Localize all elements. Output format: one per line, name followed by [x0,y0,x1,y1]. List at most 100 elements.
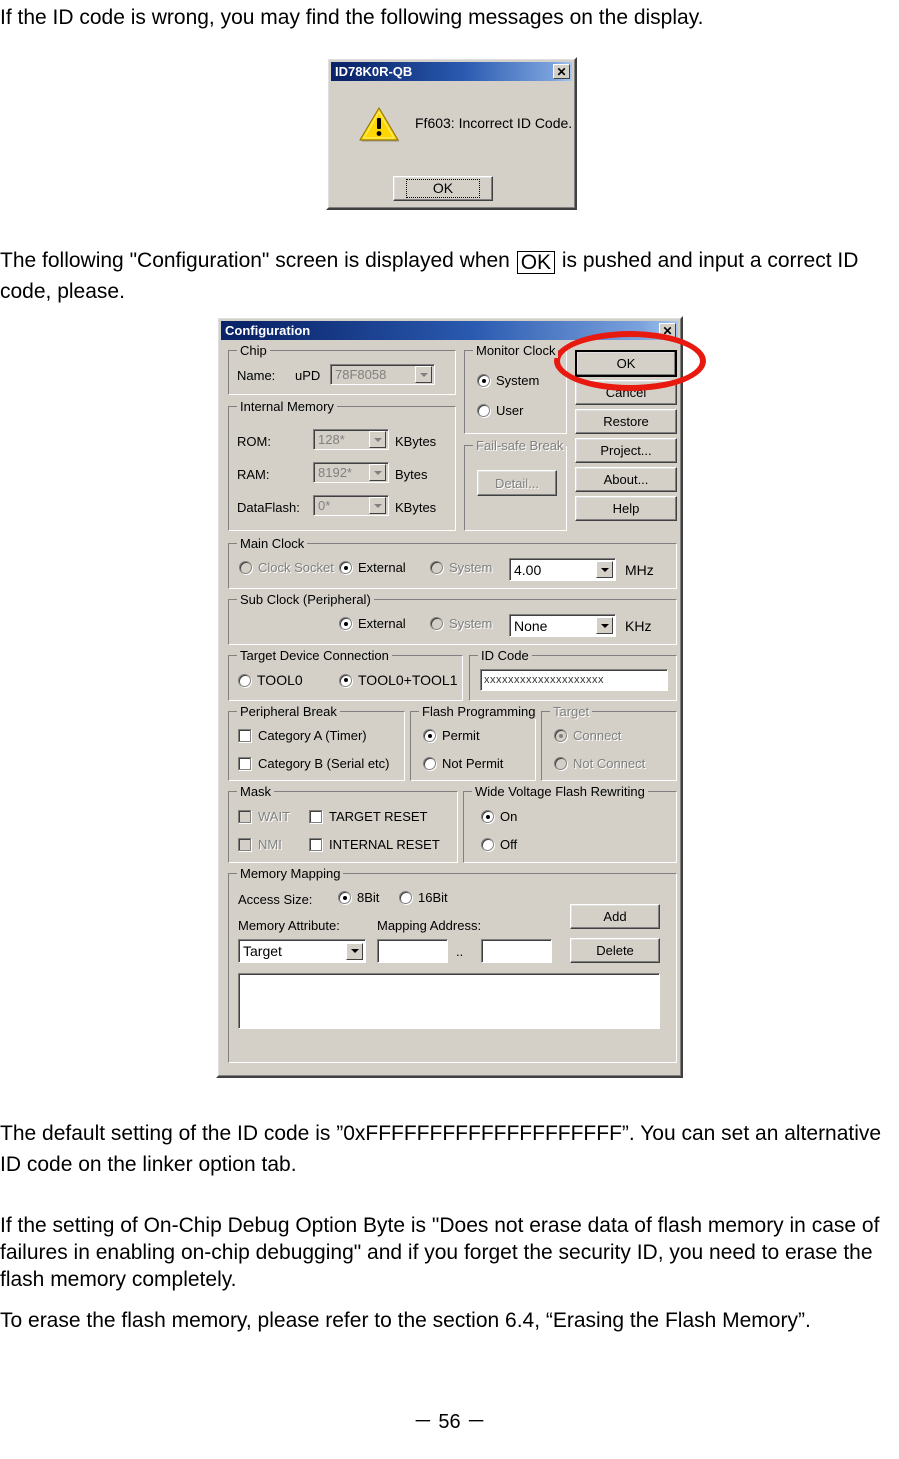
id-code-group: ID Code xxxxxxxxxxxxxxxxxxxx [469,648,677,701]
failsafe-detail-button[interactable]: Detail... [477,470,557,496]
monitor-clock-legend: Monitor Clock [473,343,559,358]
delete-button-label: Delete [596,943,634,958]
target-group-legend: Target [550,704,593,719]
target-radio-connect[interactable]: Connect [554,728,621,743]
mask-checkbox-nmi[interactable]: NMI [238,837,282,852]
rom-size-combo[interactable]: 128* [313,429,389,450]
project-button[interactable]: Project... [575,438,677,463]
target-device-radio-tool0-tool1[interactable]: TOOL0+TOOL1 [339,672,457,688]
monitor-clock-radio-system[interactable]: System [477,373,539,388]
dataflash-label: DataFlash: [237,500,300,515]
dataflash-size-combo[interactable]: 0* [313,495,389,516]
memory-mapping-add-button[interactable]: Add [570,904,660,929]
mask-checkbox-wait[interactable]: WAIT [238,809,290,824]
internal-memory-group: Internal Memory ROM: 128* KBytes RAM: 81… [228,399,456,531]
radio-dot-icon [339,673,352,687]
main-clock-option-label: Clock Socket [258,560,334,575]
peripheral-break-item-label: Category A (Timer) [258,728,367,743]
wide-voltage-radio-off[interactable]: Off [481,837,517,852]
chevron-down-icon[interactable] [369,497,386,514]
main-clock-radio-external[interactable]: External [339,560,406,575]
memory-mapping-list[interactable] [238,973,660,1029]
message-box-title: ID78K0R-QB [335,64,413,79]
wide-voltage-legend: Wide Voltage Flash Rewriting [472,784,648,799]
about-button[interactable]: About... [575,467,677,492]
main-clock-legend: Main Clock [237,536,308,551]
chip-group: Chip Name: uPD 78F8058 [228,343,456,395]
sub-clock-option-label: External [358,616,406,631]
chevron-down-icon[interactable] [596,617,613,634]
sub-clock-radio-system[interactable]: System [430,616,492,631]
peripheral-break-checkbox-category-b[interactable]: Category B (Serial etc) [238,756,390,771]
radio-dot-icon [423,757,436,770]
memory-attribute-combo[interactable]: Target [238,939,366,963]
message-box-text: Ff603: Incorrect ID Code. [415,115,573,131]
wide-voltage-radio-on[interactable]: On [481,809,517,824]
memory-mapping-delete-button[interactable]: Delete [570,938,660,963]
radio-dot-icon [481,838,494,851]
default-id-paragraph: The default setting of the ID code is ”0… [0,1118,899,1180]
main-clock-frequency-combo[interactable]: 4.00 [509,558,616,581]
config-intro-paragraph: The following "Configuration" screen is … [0,245,899,307]
intro-text: If the ID code is wrong, you may find th… [0,6,704,29]
access-size-radio-8bit[interactable]: 8Bit [338,890,379,905]
access-size-radio-16bit[interactable]: 16Bit [399,890,448,905]
main-clock-radio-system[interactable]: System [430,560,492,575]
main-clock-frequency-value: 4.00 [514,561,542,578]
flash-programming-radio-permit[interactable]: Permit [423,728,480,743]
memory-mapping-legend: Memory Mapping [237,866,344,881]
peripheral-break-item-label: Category B (Serial etc) [258,756,390,771]
message-box-body: Ff603: Incorrect ID Code. OK [331,83,572,205]
peripheral-break-legend: Peripheral Break [237,704,340,719]
message-box-ok-button[interactable]: OK [393,176,493,201]
mask-checkbox-target-reset[interactable]: TARGET RESET [309,809,427,824]
failsafe-break-legend: Fail-safe Break [473,438,567,453]
target-radio-not-connect[interactable]: Not Connect [554,756,645,771]
mapping-address-to-input[interactable] [481,939,552,963]
onchip-paragraph: If the setting of On-Chip Debug Option B… [0,1212,899,1293]
memory-mapping-group: Memory Mapping Access Size: 8Bit 16Bit M… [228,866,677,1063]
mapping-address-from-input[interactable] [377,939,448,963]
flash-programming-radio-not-permit[interactable]: Not Permit [423,756,503,771]
ok-button-label: OK [616,356,636,371]
chevron-down-icon[interactable] [369,464,386,481]
checkbox-icon [238,757,251,770]
mapping-address-label: Mapping Address: [377,918,482,933]
rom-size-value: 128* [318,432,345,447]
id-code-input[interactable]: xxxxxxxxxxxxxxxxxxxx [480,669,668,691]
monitor-clock-radio-user[interactable]: User [477,403,523,418]
flash-programming-option-label: Not Permit [442,756,504,771]
message-box-window: ID78K0R-QB ✕ Ff603: Incorrect ID Code. O… [326,57,577,210]
mask-checkbox-internal-reset[interactable]: INTERNAL RESET [309,837,440,852]
chip-name-combo[interactable]: 78F8058 [330,364,435,385]
main-clock-radio-clock-socket[interactable]: Clock Socket [239,560,334,575]
sub-clock-unit-label: KHz [625,618,652,634]
chevron-down-icon[interactable] [596,561,613,578]
sub-clock-frequency-combo[interactable]: None [509,614,616,637]
main-clock-unit-label: MHz [625,562,654,578]
cancel-button[interactable]: Cancel [575,380,677,405]
wide-voltage-group: Wide Voltage Flash Rewriting On Off [463,784,677,863]
chevron-down-icon[interactable] [346,942,363,960]
chevron-down-icon[interactable] [369,431,386,448]
target-device-radio-tool0[interactable]: TOOL0 [238,672,303,688]
ram-size-combo[interactable]: 8192* [313,462,389,483]
inline-ok-reference: OK [516,251,556,274]
peripheral-break-checkbox-category-a[interactable]: Category A (Timer) [238,728,367,743]
configuration-titlebar: Configuration ✕ [221,321,678,340]
sub-clock-radio-external[interactable]: External [339,616,406,631]
wide-voltage-option-label: Off [500,837,518,852]
chip-group-legend: Chip [237,343,270,358]
restore-button[interactable]: Restore [575,409,677,434]
flash-programming-option-label: Permit [442,728,480,743]
mask-legend: Mask [237,784,275,799]
target-option-label: Connect [573,728,622,743]
close-icon[interactable]: ✕ [659,323,676,338]
project-button-label: Project... [600,443,652,458]
close-icon[interactable]: ✕ [553,64,570,79]
chevron-down-icon[interactable] [415,366,432,383]
mask-group: Mask WAIT TARGET RESET NMI INTERNAL RESE… [228,784,458,863]
ok-button[interactable]: OK [575,350,677,377]
warning-triangle-icon [359,107,399,142]
help-button[interactable]: Help [575,496,677,521]
